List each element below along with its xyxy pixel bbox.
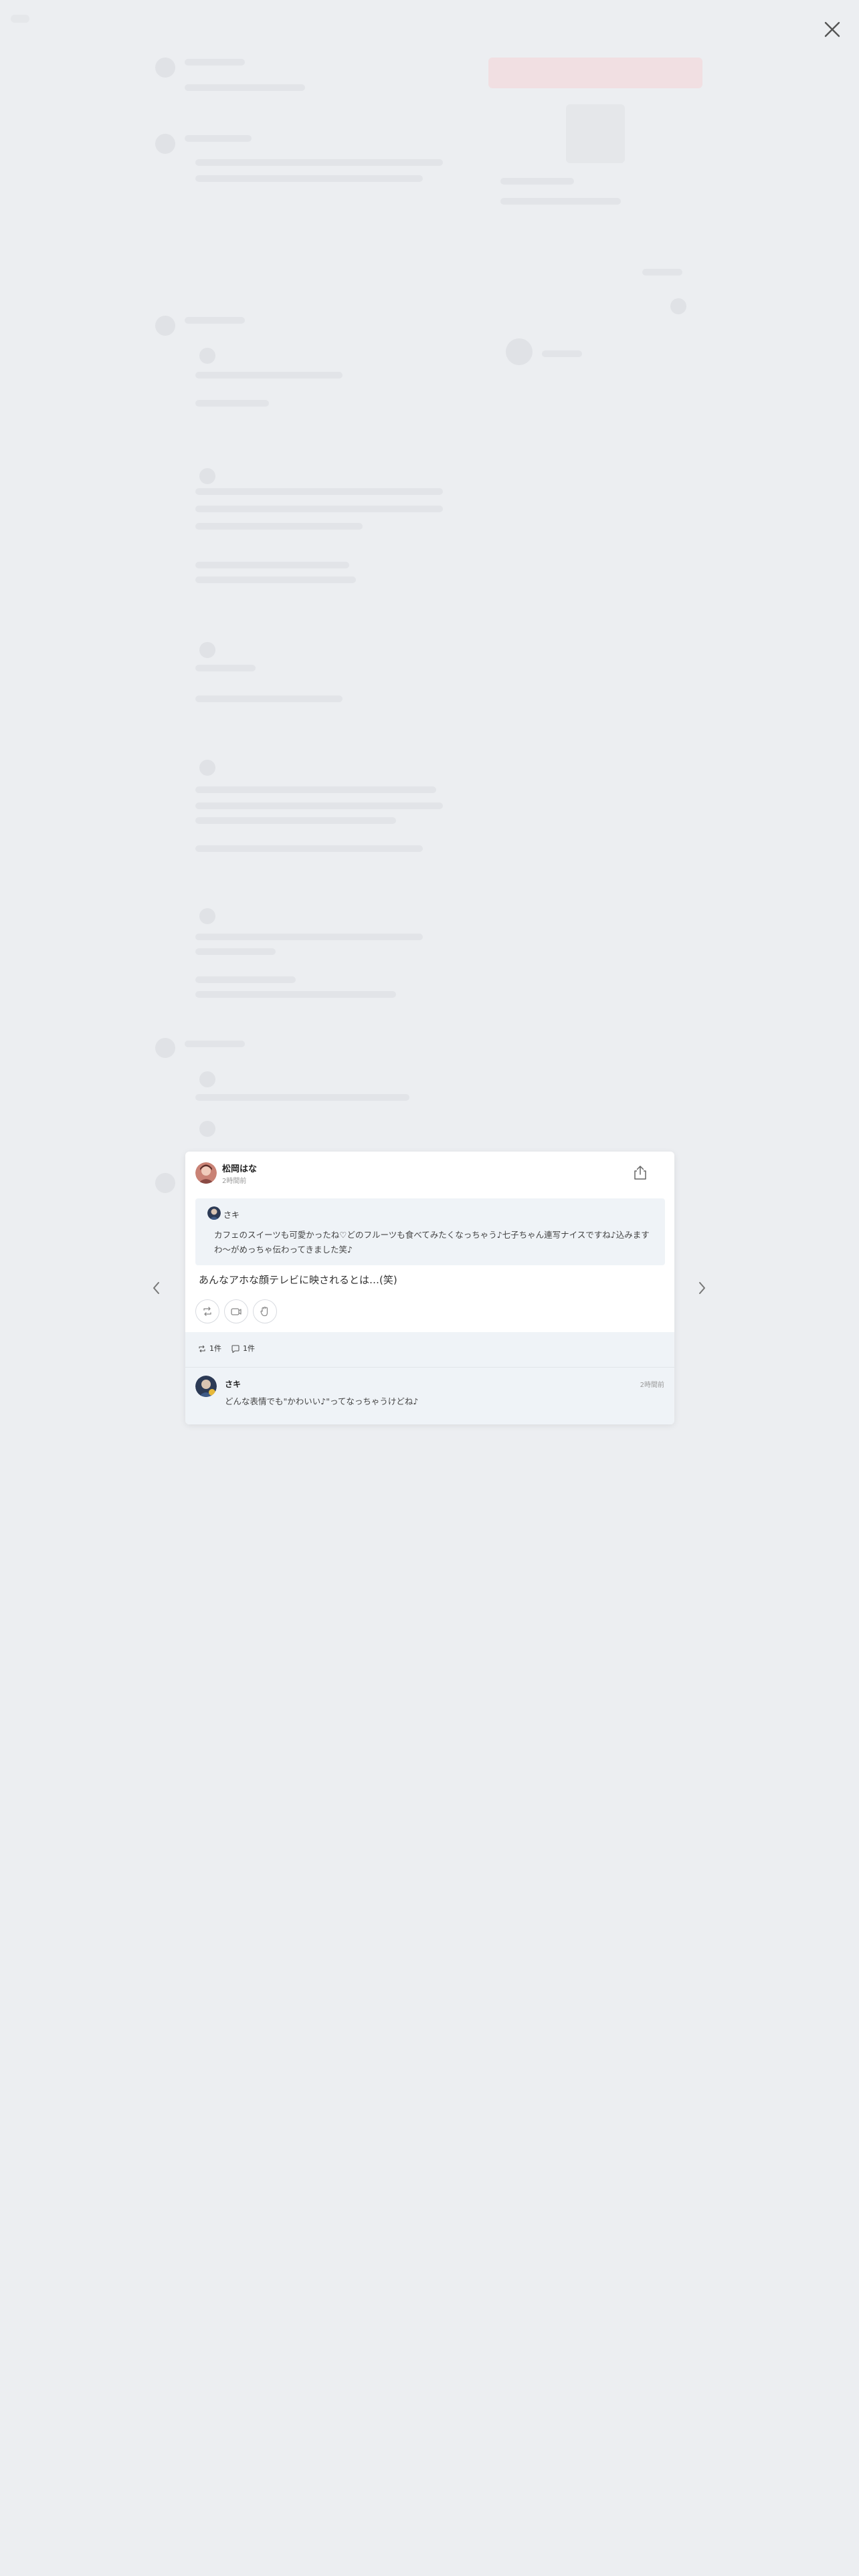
chevron-right-icon bbox=[699, 1282, 705, 1294]
feed-line bbox=[185, 317, 245, 324]
next-button[interactable] bbox=[692, 1276, 712, 1300]
comment-count[interactable]: 1件 bbox=[231, 1343, 255, 1354]
sidebar-avatar bbox=[506, 338, 533, 365]
gift-button[interactable] bbox=[224, 1299, 248, 1323]
comment-icon bbox=[231, 1345, 240, 1354]
post-stats: 1件 1件 bbox=[185, 1332, 674, 1363]
chevron-left-icon bbox=[153, 1282, 159, 1294]
clap-button[interactable] bbox=[253, 1299, 277, 1323]
feed-line bbox=[185, 59, 245, 66]
feed-line bbox=[195, 523, 363, 530]
sidebar-line bbox=[642, 269, 682, 276]
feed-line bbox=[195, 488, 443, 495]
quote-author-name: さキ bbox=[223, 1210, 240, 1220]
author-name[interactable]: 松岡はな bbox=[222, 1162, 257, 1174]
repost-count-label: 1件 bbox=[209, 1344, 221, 1353]
comment-count-label: 1件 bbox=[243, 1344, 255, 1353]
header-logo bbox=[11, 15, 29, 23]
quote-author-avatar bbox=[207, 1206, 221, 1220]
comment-list: さキ 2時間前 どんな表情でも"かわいい♪"ってなっちゃうけどね♪ bbox=[185, 1363, 674, 1424]
feed-line bbox=[195, 665, 256, 671]
gift-icon bbox=[231, 1308, 242, 1315]
feed-line bbox=[195, 506, 443, 512]
quote-text: カフェのスイーツも可愛かったね♡どのフルーツも食べてみたくなっちゃう♪七子ちゃん… bbox=[214, 1230, 650, 1255]
feed-avatar bbox=[199, 642, 215, 658]
sidebar-line bbox=[500, 178, 574, 185]
repost-count[interactable]: 1件 bbox=[197, 1343, 221, 1354]
feed-line bbox=[185, 84, 305, 91]
feed-avatar bbox=[199, 1121, 215, 1137]
feed-line bbox=[195, 372, 343, 379]
feed-avatar bbox=[155, 58, 175, 78]
close-button[interactable] bbox=[820, 17, 844, 41]
feed-line bbox=[195, 1094, 409, 1101]
feed-avatar bbox=[199, 908, 215, 924]
feed-line bbox=[195, 175, 423, 182]
feed-line bbox=[195, 991, 396, 998]
author-avatar[interactable] bbox=[195, 1162, 217, 1184]
feed-avatar bbox=[199, 348, 215, 364]
clap-icon bbox=[260, 1307, 268, 1317]
comment-author-name[interactable]: さキ bbox=[225, 1378, 241, 1390]
post-modal: 松岡はな 2時間前 さキ カフェのスイーツも可愛かったね♡どのフルーツも食べてみ… bbox=[185, 1152, 674, 1424]
feed-line bbox=[195, 802, 443, 809]
sidebar-avatar bbox=[670, 298, 686, 314]
feed-avatar bbox=[155, 1173, 175, 1193]
feed-line bbox=[195, 934, 423, 940]
feed-line bbox=[195, 845, 423, 852]
share-icon bbox=[634, 1166, 646, 1180]
comment-time: 2時間前 bbox=[640, 1382, 664, 1389]
feed-line bbox=[195, 817, 396, 824]
feed-line bbox=[195, 400, 269, 407]
feed-avatar bbox=[199, 760, 215, 776]
sidebar-image bbox=[566, 104, 625, 163]
comment-item: さキ 2時間前 どんな表情でも"かわいい♪"ってなっちゃうけどね♪ bbox=[185, 1367, 674, 1424]
sidebar-line bbox=[542, 350, 582, 357]
feed-avatar bbox=[199, 1071, 215, 1087]
feed-line bbox=[185, 1041, 245, 1047]
feed-line bbox=[195, 976, 296, 983]
post-time: 2時間前 bbox=[222, 1178, 247, 1185]
post-text: あんなアホな顔テレビに映されるとは…(笑) bbox=[199, 1274, 397, 1286]
sidebar-banner bbox=[488, 58, 702, 88]
repost-button[interactable] bbox=[195, 1299, 219, 1323]
feed-avatar bbox=[155, 1038, 175, 1058]
feed-avatar bbox=[155, 316, 175, 336]
repost-icon bbox=[203, 1307, 211, 1316]
feed-line bbox=[195, 562, 349, 568]
prev-button[interactable] bbox=[147, 1276, 167, 1300]
feed-line bbox=[195, 786, 436, 793]
comment-author-avatar[interactable] bbox=[195, 1376, 217, 1397]
feed-line bbox=[185, 135, 252, 142]
feed-line bbox=[195, 948, 276, 955]
feed-line bbox=[195, 159, 443, 166]
quoted-post[interactable]: さキ カフェのスイーツも可愛かったね♡どのフルーツも食べてみたくなっちゃう♪七子… bbox=[195, 1198, 665, 1265]
feed-avatar bbox=[199, 468, 215, 484]
comment-text: どんな表情でも"かわいい♪"ってなっちゃうけどね♪ bbox=[225, 1396, 419, 1406]
feed-line bbox=[195, 695, 343, 702]
repost-icon bbox=[199, 1345, 205, 1353]
close-icon bbox=[824, 21, 840, 37]
share-button[interactable] bbox=[631, 1164, 650, 1182]
feed-avatar bbox=[155, 134, 175, 154]
sidebar-line bbox=[500, 198, 621, 205]
feed-line bbox=[195, 576, 356, 583]
